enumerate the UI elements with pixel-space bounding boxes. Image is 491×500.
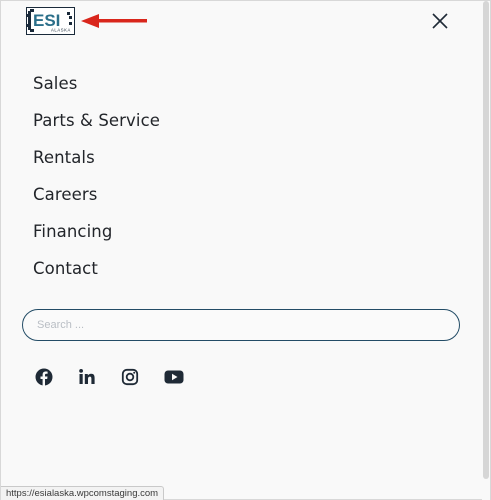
logo-mark: ESI ALASKA	[27, 9, 72, 33]
facebook-link[interactable]	[35, 368, 53, 386]
left-arrow-icon	[81, 14, 147, 28]
nav-item-careers[interactable]: Careers	[33, 182, 160, 219]
mobile-menu-page: ESI ALASKA Sales Parts & Service Rentals…	[0, 0, 491, 500]
nav-item-parts-service[interactable]: Parts & Service	[33, 108, 160, 145]
main-nav: Sales Parts & Service Rentals Careers Fi…	[33, 71, 160, 293]
nav-item-financing[interactable]: Financing	[33, 219, 160, 256]
facebook-icon	[35, 368, 53, 386]
nav-item-rentals[interactable]: Rentals	[33, 145, 160, 182]
linkedin-link[interactable]	[78, 368, 96, 386]
social-links	[35, 368, 207, 386]
scrollbar-thumb[interactable]	[483, 1, 489, 479]
instagram-link[interactable]	[121, 368, 139, 386]
linkedin-icon	[79, 369, 95, 384]
nav-item-sales[interactable]: Sales	[33, 71, 160, 108]
youtube-link[interactable]	[164, 368, 184, 386]
status-bar-url: https://esialaska.wpcomstaging.com	[1, 486, 165, 500]
youtube-icon	[164, 370, 184, 384]
scrollbar[interactable]	[482, 1, 490, 500]
search-input[interactable]	[23, 310, 459, 340]
nav-item-contact[interactable]: Contact	[33, 256, 160, 293]
site-logo[interactable]: ESI ALASKA	[26, 7, 75, 35]
close-menu-button[interactable]	[429, 10, 451, 32]
logo-subtext: ALASKA	[51, 28, 71, 33]
search-box	[22, 309, 460, 341]
close-icon	[432, 13, 448, 29]
instagram-icon	[121, 368, 139, 386]
